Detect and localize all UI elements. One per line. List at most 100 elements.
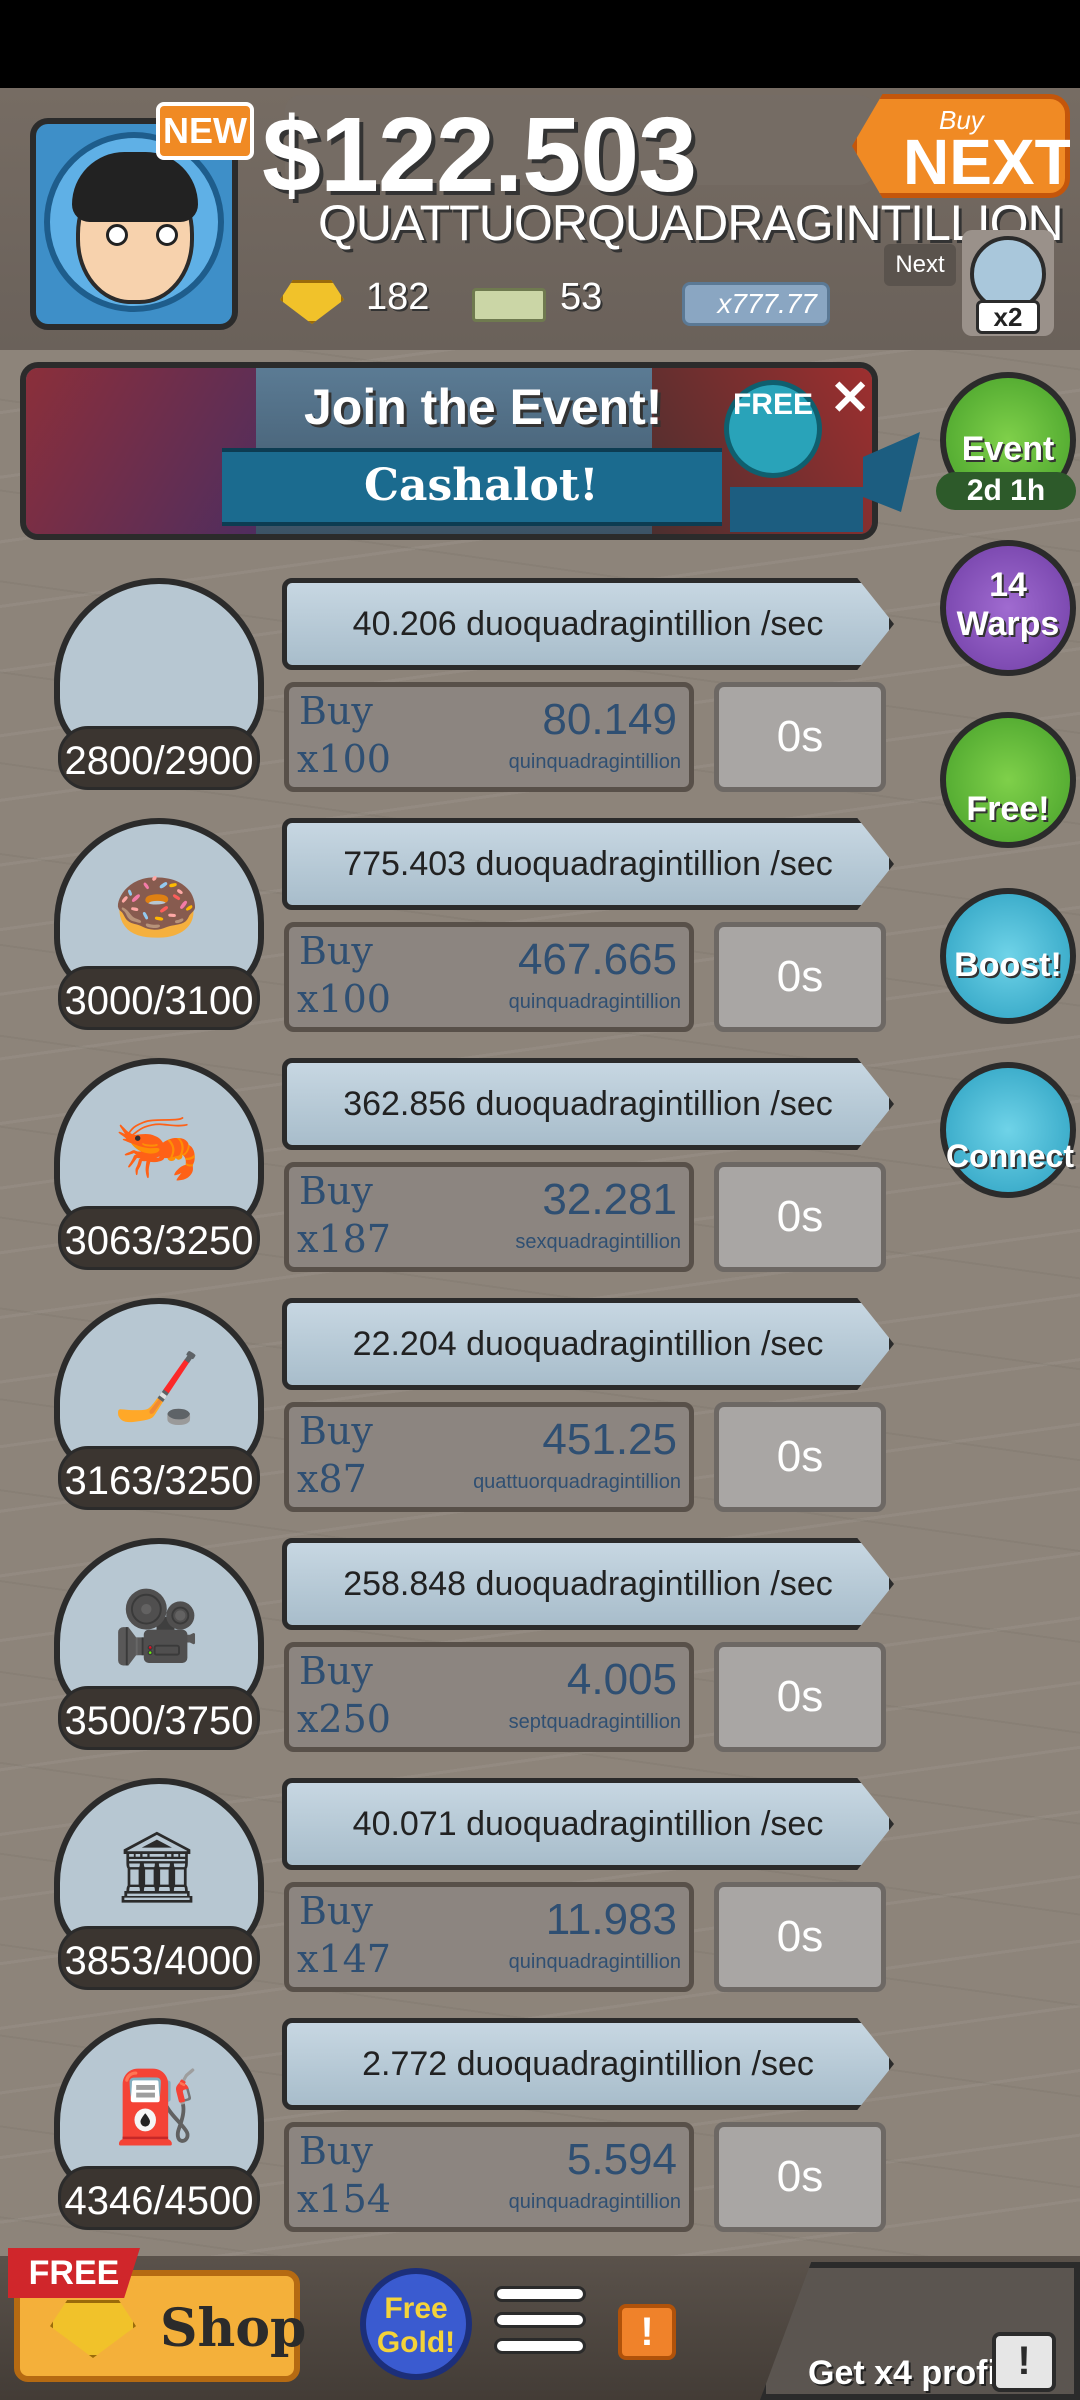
business-buy-button[interactable]: Buy x100 467.665 quinquadragintillion [284,922,694,1032]
business-rate-bar[interactable]: 40.206 duoquadragintillion /sec [282,578,894,670]
business-count: 3063/3250 [58,1206,260,1270]
boost-label: Boost! [954,946,1062,984]
event-subtitle: Cashalot! [364,460,599,511]
shop-label: Shop [160,2298,307,2359]
business-timer: 0s [714,682,886,792]
next-multiplier: x2 [976,300,1040,334]
business-timer: 0s [714,1162,886,1272]
business-rate-bar[interactable]: 40.071 duoquadragintillion /sec [282,1778,894,1870]
buy-quantity: x147 [297,1937,391,1981]
business-buy-button[interactable]: Buy x100 80.149 quinquadragintillion [284,682,694,792]
boost-button[interactable]: Boost! [940,888,1076,1024]
oil-rig-icon: ⛽ [113,2068,201,2146]
event-timer: 2d 1h [936,472,1076,510]
donut-icon: 🍩 [113,868,201,946]
business-buy-button[interactable]: Buy x147 11.983 quinquadragintillion [284,1882,694,1992]
eye-icon [156,224,178,246]
warps-label: Warps [956,605,1060,643]
business-count: 3163/3250 [58,1446,260,1510]
buy-cost: 5.594 [566,2135,677,2184]
business-count: 3500/3750 [58,1686,260,1750]
business-buy-button[interactable]: Buy x154 5.594 quinquadragintillion [284,2122,694,2232]
blank-icon [82,618,232,718]
free-label: Free! [966,790,1050,828]
business-buy-button[interactable]: Buy x250 4.005 septquadragintillion [284,1642,694,1752]
business-count: 3853/4000 [58,1926,260,1990]
buy-quantity: x87 [297,1457,367,1501]
business-timer: 0s [714,1402,886,1512]
business-rate-bar[interactable]: 22.204 duoquadragintillion /sec [282,1298,894,1390]
buy-label: Buy [299,1409,373,1453]
buy-cost-unit: quinquadragintillion [508,1951,681,1973]
business-row: 🎥 3500/3750 258.848 duoquadragintillion … [0,1538,900,1780]
next-upgrade-button[interactable]: x2 [962,230,1054,336]
free-tag-label: FREE [732,388,813,421]
buy-label: Buy [299,1889,373,1933]
business-row: 🏒 3163/3250 22.204 duoquadragintillion /… [0,1298,900,1540]
buy-cost-unit: septquadragintillion [508,1711,681,1733]
buy-cost-unit: quinquadragintillion [508,2191,681,2213]
business-timer: 0s [714,1642,886,1752]
buy-label: Buy [299,1649,373,1693]
connect-button[interactable]: Connect [940,1062,1076,1198]
event-label: Event [961,430,1055,468]
new-badge: NEW [156,102,254,160]
business-row: 🏛 3853/4000 40.071 duoquadragintillion /… [0,1778,900,2020]
buy-cost: 467.665 [517,935,677,984]
buy-cost: 4.005 [566,1655,677,1704]
business-rate-bar[interactable]: 2.772 duoquadragintillion /sec [282,2018,894,2110]
buy-cost-unit: sexquadragintillion [515,1231,681,1253]
status-bar [0,0,1080,88]
buy-cost: 32.281 [542,1175,677,1224]
business-count: 2800/2900 [58,726,260,790]
buy-quantity: x187 [297,1217,391,1261]
profit-label: Get x4 profit! [808,2354,1020,2392]
business-row: 🦐 3063/3250 362.856 duoquadragintillion … [0,1058,900,1300]
hockey-stick-icon: 🏒 [113,1348,201,1426]
event-title: Join the Event! [304,379,663,435]
business-row: ⛽ 4346/4500 2.772 duoquadragintillion /s… [0,2018,900,2260]
free-gold-tag: FREE [724,380,822,478]
buy-next-button[interactable]: Buy NEXT [852,94,1070,198]
menu-icon[interactable] [494,2286,586,2366]
business-rate-bar[interactable]: 775.403 duoquadragintillion /sec [282,818,894,910]
business-row: 2800/2900 40.206 duoquadragintillion /se… [0,578,900,820]
free-button[interactable]: Free! [940,712,1076,848]
business-row: 🍩 3000/3100 775.403 duoquadragintillion … [0,818,900,1060]
business-timer: 0s [714,1882,886,1992]
buy-quantity: x100 [297,977,391,1021]
business-rate-bar[interactable]: 362.856 duoquadragintillion /sec [282,1058,894,1150]
megabucks-icon [472,288,546,322]
eye-icon [106,224,128,246]
profit-boost-button[interactable]: Get x4 profit! ! [760,2262,1080,2400]
buy-quantity: x154 [297,2177,391,2221]
free-ribbon: FREE [8,2248,140,2298]
alert-button[interactable]: ! [618,2304,676,2360]
warps-button[interactable]: 14 Warps [940,540,1076,676]
buy-quantity: x250 [297,1697,391,1741]
business-count: 4346/4500 [58,2166,260,2230]
business-rate-bar[interactable]: 258.848 duoquadragintillion /sec [282,1538,894,1630]
business-buy-button[interactable]: Buy x87 451.25 quattuorquadragintillion [284,1402,694,1512]
buy-label: Buy [299,929,373,973]
business-count: 3000/3100 [58,966,260,1030]
close-icon[interactable]: ✕ [830,370,870,426]
gold-count: 182 [366,276,430,318]
buy-cost-unit: quinquadragintillion [508,991,681,1013]
buy-cost: 80.149 [542,695,677,744]
next-label: Next [884,244,956,286]
boost-multiplier: x777.77 [682,282,830,326]
bank-icon: 🏛 [112,1828,202,1906]
business-timer: 0s [714,2122,886,2232]
buy-label: Buy [299,1169,373,1213]
warps-count: 14 [989,566,1027,604]
movie-camera-icon: 🎥 [113,1588,201,1666]
buy-label: Buy [299,2129,373,2173]
business-timer: 0s [714,922,886,1032]
buy-cost-unit: quinquadragintillion [508,751,681,773]
free-gold-button[interactable]: Free Gold! [360,2268,472,2380]
buy-quantity: x100 [297,737,391,781]
buy-next-label: NEXT [903,126,1074,198]
business-buy-button[interactable]: Buy x187 32.281 sexquadragintillion [284,1162,694,1272]
buy-cost: 451.25 [542,1415,677,1464]
